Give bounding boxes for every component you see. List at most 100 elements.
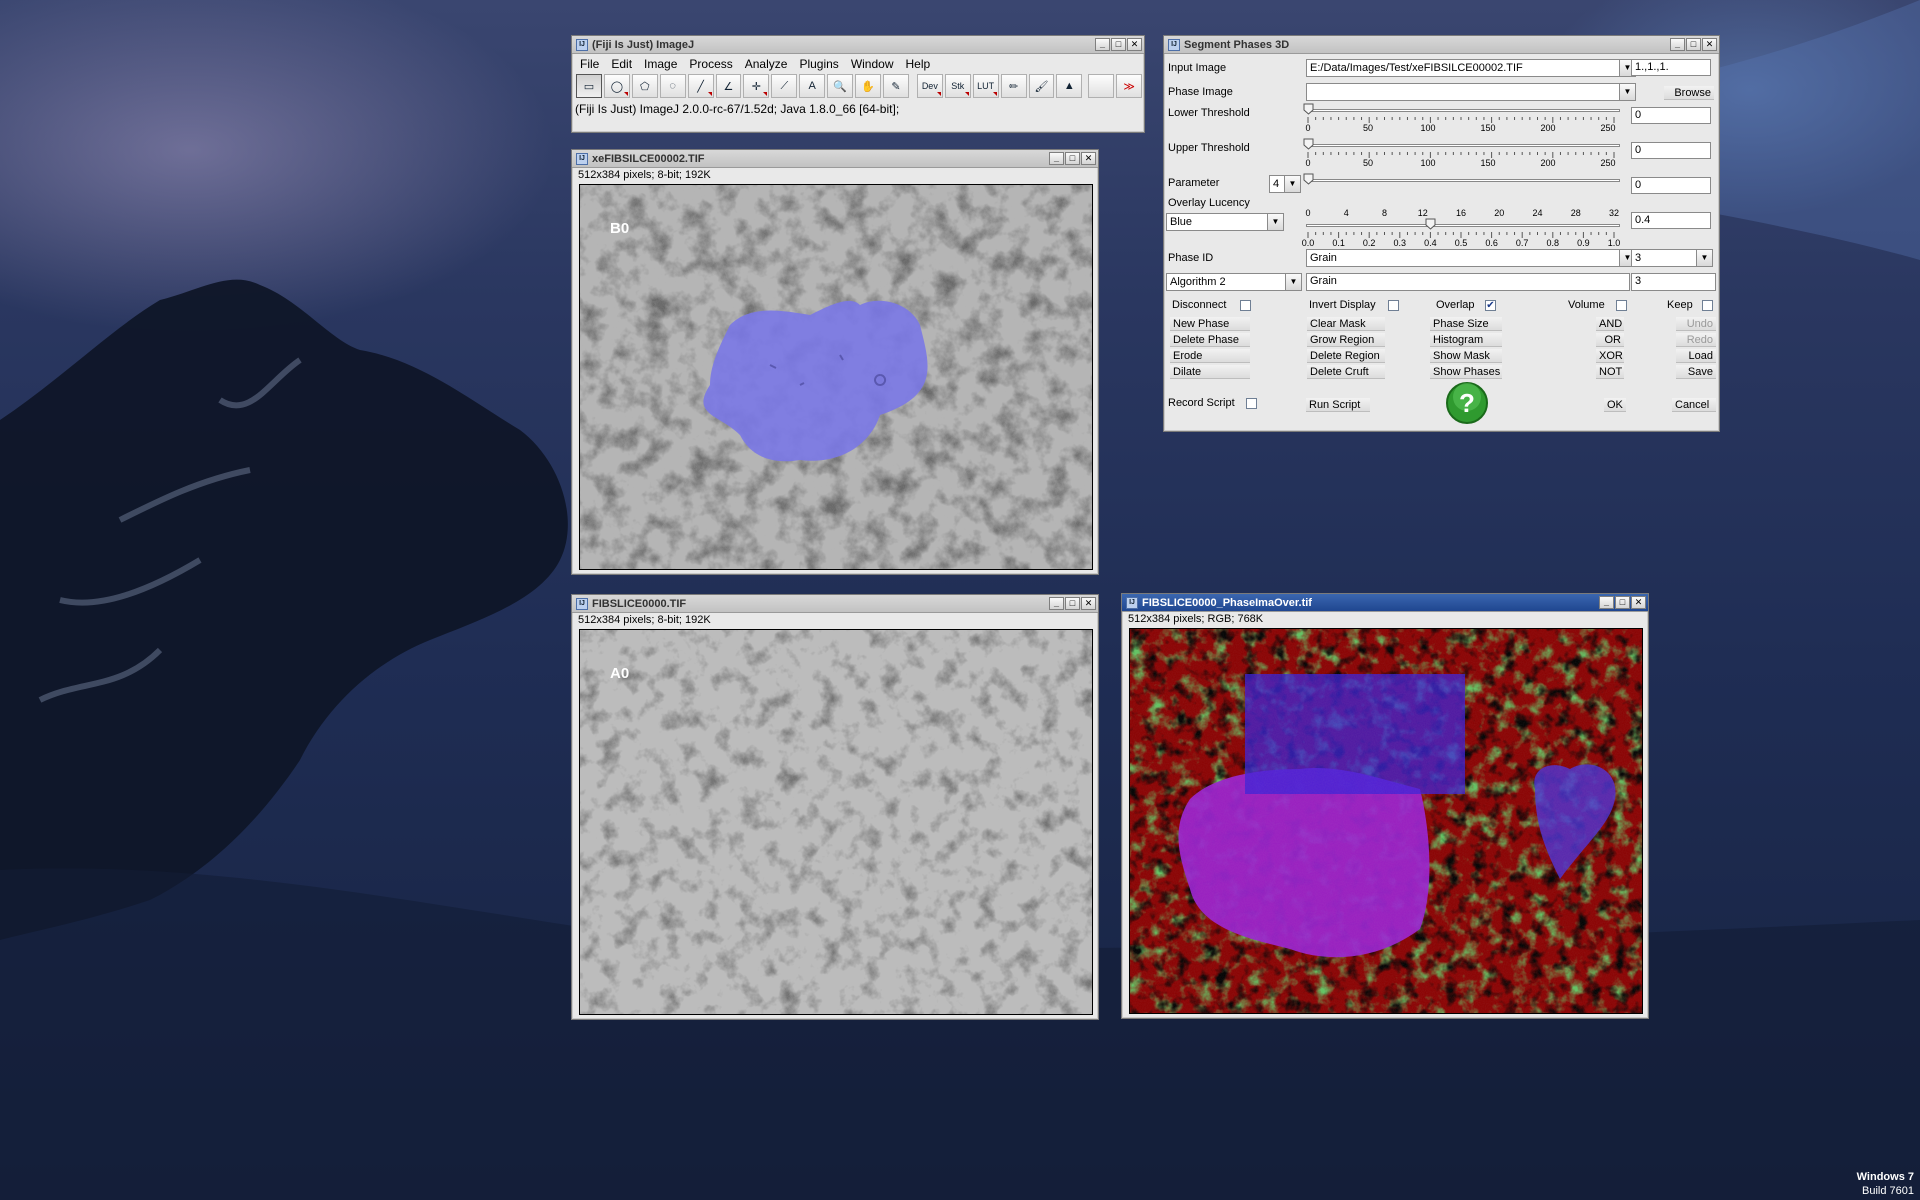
lower-threshold-field[interactable]: 0 — [1631, 107, 1711, 124]
input-image-select[interactable]: E:/Data/Images/Test/xeFIBSILCE00002.TIF — [1306, 59, 1620, 77]
menu-analyze[interactable]: Analyze — [739, 57, 794, 71]
parameter-slider[interactable] — [1303, 173, 1620, 209]
slider-thumb-icon[interactable] — [1303, 173, 1314, 185]
dev-tool-icon[interactable]: Dev — [916, 74, 943, 98]
histogram-button[interactable]: Histogram — [1430, 333, 1502, 347]
overlay-lucency-slider[interactable]: 0 4 8 12 16 20 24 28 32 0.0 0.1 0.2 0.3 0.4 0.5 0.6 0.7 0… — [1302, 208, 1621, 252]
menu-help[interactable]: Help — [900, 57, 937, 71]
menu-plugins[interactable]: Plugins — [793, 57, 844, 71]
parameter-select[interactable]: 4 — [1269, 175, 1285, 193]
close-icon[interactable]: ✕ — [1127, 38, 1142, 51]
or-button[interactable]: OR — [1596, 333, 1624, 347]
phase-image-select[interactable] — [1306, 83, 1620, 101]
input-spacing-field[interactable]: 1.,1.,1. — [1631, 59, 1711, 76]
phase-id-number-select[interactable]: 3 — [1631, 249, 1697, 267]
slider-thumb-icon[interactable] — [1303, 103, 1314, 115]
redo-button[interactable]: Redo — [1676, 333, 1716, 347]
minimize-icon[interactable]: _ — [1599, 596, 1614, 609]
point-tool-icon[interactable]: ✛ — [743, 74, 770, 98]
upper-threshold-field[interactable]: 0 — [1631, 142, 1711, 159]
slider-thumb-icon[interactable] — [1425, 218, 1436, 230]
volume-checkbox[interactable] — [1616, 300, 1627, 311]
phase-canvas[interactable] — [1129, 628, 1643, 1014]
minimize-icon[interactable]: _ — [1095, 38, 1110, 51]
chevron-down-icon[interactable]: ▼ — [1285, 273, 1302, 291]
maximize-icon[interactable]: □ — [1111, 38, 1126, 51]
ok-button[interactable]: OK — [1604, 398, 1626, 412]
phase-window-titlebar[interactable]: IJ FIBSLICE0000_PhaseImaOver.tif _ □ ✕ — [1122, 594, 1648, 612]
hand-tool-icon[interactable]: ✋ — [855, 74, 881, 98]
maximize-icon[interactable]: □ — [1615, 596, 1630, 609]
wand-tool-icon[interactable]: ⟋ — [771, 74, 798, 98]
close-icon[interactable]: ✕ — [1631, 596, 1646, 609]
maximize-icon[interactable]: □ — [1686, 38, 1701, 51]
overlay-lucency-field[interactable]: 0.4 — [1631, 212, 1711, 229]
menu-file[interactable]: File — [574, 57, 605, 71]
imagej-titlebar[interactable]: IJ (Fiji Is Just) ImageJ _ □ ✕ — [572, 36, 1144, 54]
close-icon[interactable]: ✕ — [1081, 152, 1096, 165]
save-button[interactable]: Save — [1676, 365, 1716, 379]
close-icon[interactable]: ✕ — [1702, 38, 1717, 51]
algorithm-phase-number[interactable]: 3 — [1631, 273, 1716, 291]
disconnect-checkbox[interactable] — [1240, 300, 1251, 311]
chevron-down-icon[interactable]: ▼ — [1284, 175, 1301, 193]
xor-button[interactable]: XOR — [1596, 349, 1624, 363]
phase-id-select[interactable]: Grain — [1306, 249, 1620, 267]
phase-size-button[interactable]: Phase Size — [1430, 317, 1502, 331]
polygon-tool-icon[interactable]: ⬠ — [631, 74, 658, 98]
brush-tool-icon[interactable]: 🖌 — [1028, 74, 1055, 98]
oval-tool-icon[interactable]: ◯ — [603, 74, 630, 98]
menu-image[interactable]: Image — [638, 57, 683, 71]
chevron-down-icon[interactable]: ▼ — [1696, 249, 1713, 267]
undo-button[interactable]: Undo — [1676, 317, 1716, 331]
run-script-button[interactable]: Run Script — [1306, 398, 1370, 412]
clear-mask-button[interactable]: Clear Mask — [1307, 317, 1385, 331]
overlap-checkbox[interactable]: ✔ — [1485, 300, 1496, 311]
minimize-icon[interactable]: _ — [1049, 152, 1064, 165]
blank-tool-icon[interactable] — [1088, 74, 1115, 98]
and-button[interactable]: AND — [1596, 317, 1624, 331]
image-b-titlebar[interactable]: IJ xeFIBSILCE00002.TIF _ □ ✕ — [572, 150, 1098, 168]
chevron-down-icon[interactable]: ▼ — [1619, 83, 1636, 101]
new-phase-button[interactable]: New Phase — [1170, 317, 1250, 331]
flood-fill-tool-icon[interactable]: ▲ — [1056, 74, 1083, 98]
invert-display-checkbox[interactable] — [1388, 300, 1399, 311]
menu-window[interactable]: Window — [845, 57, 900, 71]
erode-button[interactable]: Erode — [1170, 349, 1250, 363]
dilate-button[interactable]: Dilate — [1170, 365, 1250, 379]
browse-button[interactable]: Browse — [1664, 86, 1714, 100]
line-tool-icon[interactable]: ╱ — [687, 74, 714, 98]
maximize-icon[interactable]: □ — [1065, 152, 1080, 165]
minimize-icon[interactable]: _ — [1670, 38, 1685, 51]
segment-dialog-titlebar[interactable]: IJ Segment Phases 3D _ □ ✕ — [1164, 36, 1719, 54]
dropper-tool-icon[interactable]: ✎ — [882, 74, 909, 98]
slider-thumb-icon[interactable] — [1303, 138, 1314, 150]
record-script-checkbox[interactable] — [1246, 398, 1257, 409]
image-b-canvas[interactable]: B0 — [579, 184, 1093, 570]
algorithm-phase-name[interactable]: Grain — [1306, 273, 1630, 291]
maximize-icon[interactable]: □ — [1065, 597, 1080, 610]
keep-checkbox[interactable] — [1702, 300, 1713, 311]
cancel-button[interactable]: Cancel — [1672, 398, 1716, 412]
not-button[interactable]: NOT — [1596, 365, 1624, 379]
image-a-titlebar[interactable]: IJ FIBSLICE0000.TIF _ □ ✕ — [572, 595, 1098, 613]
stk-tool-icon[interactable]: Stk — [944, 74, 971, 98]
magnifier-tool-icon[interactable]: 🔍 — [827, 74, 854, 98]
text-tool-icon[interactable]: A — [799, 74, 826, 98]
angle-tool-icon[interactable]: ∠ — [715, 74, 742, 98]
delete-cruft-button[interactable]: Delete Cruft — [1307, 365, 1385, 379]
close-icon[interactable]: ✕ — [1081, 597, 1096, 610]
lower-threshold-slider[interactable]: 0 50 100 150 200 250 — [1303, 103, 1620, 139]
image-a-canvas[interactable]: A0 — [579, 629, 1093, 1015]
show-phases-button[interactable]: Show Phases — [1430, 365, 1502, 379]
chevron-down-icon[interactable]: ▼ — [1267, 213, 1284, 231]
pencil-tool-icon[interactable]: ✏ — [1000, 74, 1027, 98]
lut-tool-icon[interactable]: LUT — [972, 74, 999, 98]
algorithm-select[interactable]: Algorithm 2 — [1166, 273, 1288, 291]
minimize-icon[interactable]: _ — [1049, 597, 1064, 610]
help-icon[interactable]: ? — [1445, 381, 1489, 425]
delete-phase-button[interactable]: Delete Phase — [1170, 333, 1250, 347]
more-tools-icon[interactable]: ≫ — [1116, 74, 1143, 98]
delete-region-button[interactable]: Delete Region — [1307, 349, 1385, 363]
freehand-tool-icon[interactable]: ◌ — [659, 74, 686, 98]
